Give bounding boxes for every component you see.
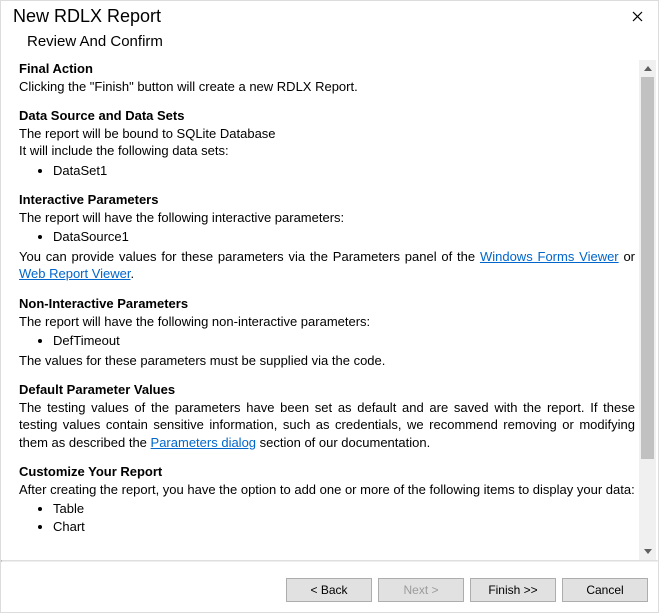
next-button: Next > bbox=[378, 578, 464, 602]
vertical-scrollbar[interactable] bbox=[639, 60, 656, 560]
noninteractive-head: Non-Interactive Parameters bbox=[19, 295, 635, 313]
list-item: DataSource1 bbox=[53, 228, 635, 246]
title-bar: New RDLX Report bbox=[1, 1, 658, 29]
noninteractive-l2: The values for these parameters must be … bbox=[19, 352, 635, 370]
data-source-head: Data Source and Data Sets bbox=[19, 107, 635, 125]
interactive-l2: You can provide values for these paramet… bbox=[19, 248, 635, 283]
final-action-head: Final Action bbox=[19, 60, 635, 78]
interactive-head: Interactive Parameters bbox=[19, 191, 635, 209]
scrollbar-thumb[interactable] bbox=[641, 77, 654, 459]
list-item: DataSet1 bbox=[53, 162, 635, 180]
list-item: Chart bbox=[53, 518, 635, 536]
close-icon[interactable] bbox=[622, 5, 652, 27]
data-source-l1: The report will be bound to SQLite Datab… bbox=[19, 125, 635, 143]
final-action-text: Clicking the "Finish" button will create… bbox=[19, 78, 635, 96]
wizard-button-row: < Back Next > Finish >> Cancel bbox=[1, 562, 658, 612]
list-item: Table bbox=[53, 500, 635, 518]
parameters-dialog-link[interactable]: Parameters dialog bbox=[151, 435, 257, 450]
defaults-text: The testing values of the parameters hav… bbox=[19, 399, 635, 452]
summary-content: Final Action Clicking the "Finish" butto… bbox=[19, 60, 639, 560]
customize-head: Customize Your Report bbox=[19, 463, 635, 481]
window-title: New RDLX Report bbox=[13, 6, 622, 27]
noninteractive-l1: The report will have the following non-i… bbox=[19, 313, 635, 331]
scroll-down-icon[interactable] bbox=[639, 543, 656, 560]
windows-forms-viewer-link[interactable]: Windows Forms Viewer bbox=[480, 249, 619, 264]
interactive-l1: The report will have the following inter… bbox=[19, 209, 635, 227]
back-button[interactable]: < Back bbox=[286, 578, 372, 602]
defaults-head: Default Parameter Values bbox=[19, 381, 635, 399]
data-source-l2: It will include the following data sets: bbox=[19, 142, 635, 160]
scroll-up-icon[interactable] bbox=[639, 60, 656, 77]
list-item: DefTimeout bbox=[53, 332, 635, 350]
finish-button[interactable]: Finish >> bbox=[470, 578, 556, 602]
cancel-button[interactable]: Cancel bbox=[562, 578, 648, 602]
page-subtitle: Review And Confirm bbox=[1, 29, 658, 60]
customize-l1: After creating the report, you have the … bbox=[19, 481, 635, 499]
web-report-viewer-link[interactable]: Web Report Viewer bbox=[19, 266, 131, 281]
